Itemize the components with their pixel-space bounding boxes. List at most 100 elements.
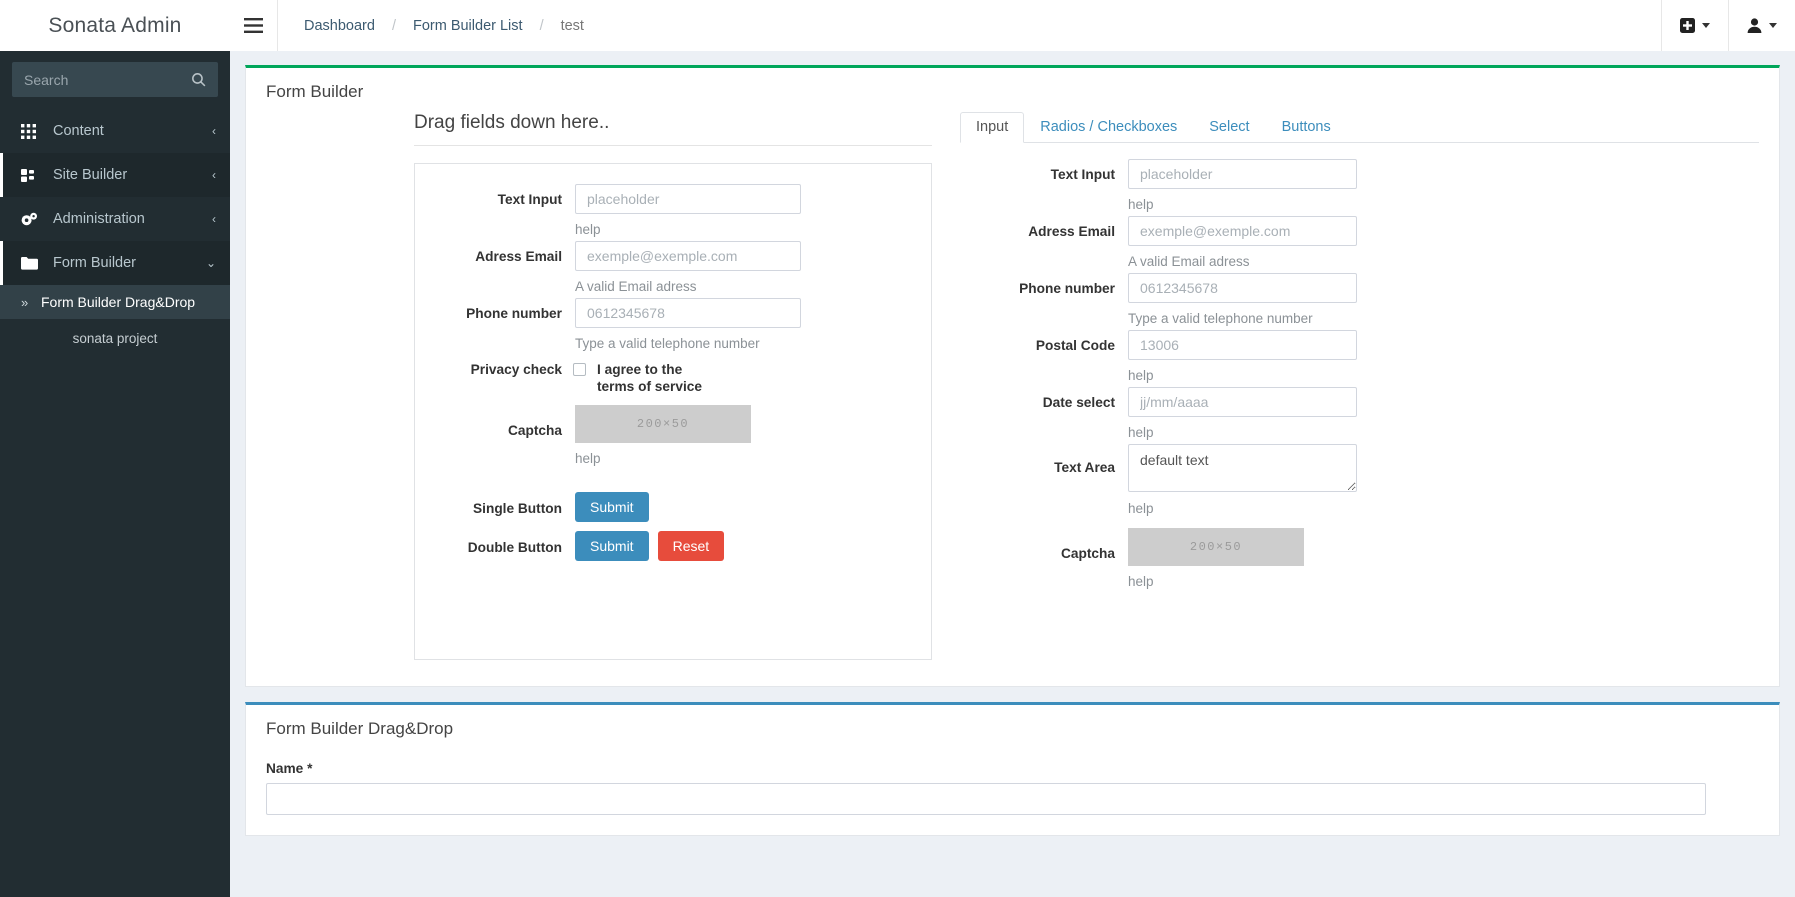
chevron-left-icon: ‹ [212,124,216,138]
user-icon [1747,18,1762,33]
field-help: help [1128,501,1154,516]
field-control: Type a valid telephone number [562,298,801,351]
field-control: 200×50 help [562,405,751,466]
field-help: Type a valid telephone number [575,336,760,351]
add-dropdown-button[interactable] [1661,0,1728,51]
submit-button[interactable]: Submit [575,531,649,561]
search-input[interactable] [12,62,218,97]
tab-radios-checkboxes[interactable]: Radios / Checkboxes [1024,112,1193,143]
phone-input-field[interactable] [575,298,801,328]
field-row-double-button: Double Button Submit Reset [415,531,931,561]
phone-input-field[interactable] [1128,273,1357,303]
sidebar-footer: sonata project [0,319,230,357]
field-help: help [575,451,601,466]
search-icon [192,73,206,87]
breadcrumb-separator: / [539,17,544,34]
field-control: help [1115,330,1357,383]
page-root: Sonata Admin Content ‹ [0,0,1795,897]
breadcrumb-item-form-builder-list[interactable]: Form Builder List [413,18,523,34]
search-box[interactable] [12,62,218,97]
field-help: help [1128,368,1154,383]
palette-column: Input Radios / Checkboxes Select Buttons… [932,112,1759,660]
field-help: help [1128,197,1154,212]
checkbox-label: I agree to the terms of service [597,362,702,394]
submit-button[interactable]: Submit [575,492,649,522]
breadcrumb-item-current: test [560,17,584,34]
field-row-single-button: Single Button Submit [415,492,931,522]
field-row-adress-email: Adress Email A valid Email adress [960,216,1759,269]
page-title: Form Builder [266,82,364,101]
field-row-captcha: Captcha 200×50 help [960,528,1759,589]
chevron-down-icon [1769,23,1777,28]
textarea-field[interactable]: default text [1128,444,1357,492]
tab-bar: Input Radios / Checkboxes Select Buttons [960,112,1759,143]
name-field-label: Name * [266,761,313,776]
field-control: Submit Reset [562,531,725,561]
field-label: Date select [1042,395,1115,410]
sidebar: Sonata Admin Content ‹ [0,0,230,897]
sidebar-item-site-builder[interactable]: Site Builder ‹ [0,153,230,197]
field-row-adress-email: Adress Email A valid Email adress [415,241,931,294]
brand-logo[interactable]: Sonata Admin [0,0,230,51]
field-label: Text Input [1050,167,1115,182]
field-row-text-area: Text Area default text help [960,444,1759,516]
form-builder-dragdrop-box: Form Builder Drag&Drop Name * [245,702,1780,836]
field-control: help [562,184,801,237]
drop-zone[interactable]: Text Input help Adress Email A vali [414,163,932,660]
field-help: help [1128,425,1154,440]
field-row-postal-code: Postal Code help [960,330,1759,383]
tab-input[interactable]: Input [960,112,1025,143]
field-label: Adress Email [1028,224,1115,239]
field-help: A valid Email adress [1128,254,1250,269]
email-input-field[interactable] [1128,216,1357,246]
field-row-text-input: Text Input help [960,159,1759,212]
field-help: A valid Email adress [575,279,697,294]
sidebar-item-label: Content [53,123,104,139]
field-help: help [1128,574,1154,589]
sidebar-item-administration[interactable]: Administration ‹ [0,197,230,241]
sidebar-item-label: Site Builder [53,167,128,183]
field-row-phone-number: Phone number Type a valid telephone numb… [960,273,1759,326]
bottom-box-title: Form Builder Drag&Drop [266,719,454,738]
field-row-captcha: Captcha 200×50 help [415,405,931,466]
field-label: Adress Email [475,249,562,264]
sidebar-item-form-builder[interactable]: Form Builder ⌄ [0,241,230,285]
breadcrumb-item-dashboard[interactable]: Dashboard [304,18,375,34]
bottom-box-body: Name * [246,745,1779,835]
date-input-field[interactable] [1128,387,1357,417]
field-help: Type a valid telephone number [1128,311,1313,326]
form-builder-box: Form Builder Drag fields down here.. Tex… [245,65,1780,687]
field-control: A valid Email adress [1115,216,1357,269]
checkbox-row: I agree to the terms of service [573,355,718,395]
field-row-privacy-check: Privacy check I agree to the terms of se… [415,355,931,395]
field-help: help [575,222,601,237]
tab-panel-input: Text Input help Adress Email A vali [960,143,1759,589]
text-input-field[interactable] [575,184,801,214]
drop-zone-title: Drag fields down here.. [414,112,932,146]
field-control: help [1115,159,1357,212]
field-control: Type a valid telephone number [1115,273,1357,326]
reset-button[interactable]: Reset [657,531,725,561]
chevron-left-icon: ‹ [212,168,216,182]
sidebar-toggle-button[interactable] [230,0,278,51]
postal-code-input-field[interactable] [1128,330,1357,360]
sitemap-icon [21,168,43,183]
sidebar-item-label: Administration [53,211,145,227]
field-label: Single Button [473,501,562,516]
sidebar-item-content[interactable]: Content ‹ [0,109,230,153]
email-input-field[interactable] [575,241,801,271]
main-content: Form Builder Drag fields down here.. Tex… [230,51,1795,897]
field-label: Text Input [497,192,562,207]
name-input-field[interactable] [266,783,1706,815]
tab-buttons[interactable]: Buttons [1266,112,1347,143]
text-input-field[interactable] [1128,159,1357,189]
form-builder-body: Drag fields down here.. Text Input help [246,112,1779,686]
user-dropdown-button[interactable] [1728,0,1795,51]
privacy-checkbox[interactable] [573,363,586,376]
tab-select[interactable]: Select [1193,112,1265,143]
field-control: I agree to the terms of service [562,355,718,395]
gears-icon [21,212,43,227]
sidebar-item-form-builder-drag-drop[interactable]: » Form Builder Drag&Drop [0,285,230,319]
field-control: Submit [562,492,649,522]
